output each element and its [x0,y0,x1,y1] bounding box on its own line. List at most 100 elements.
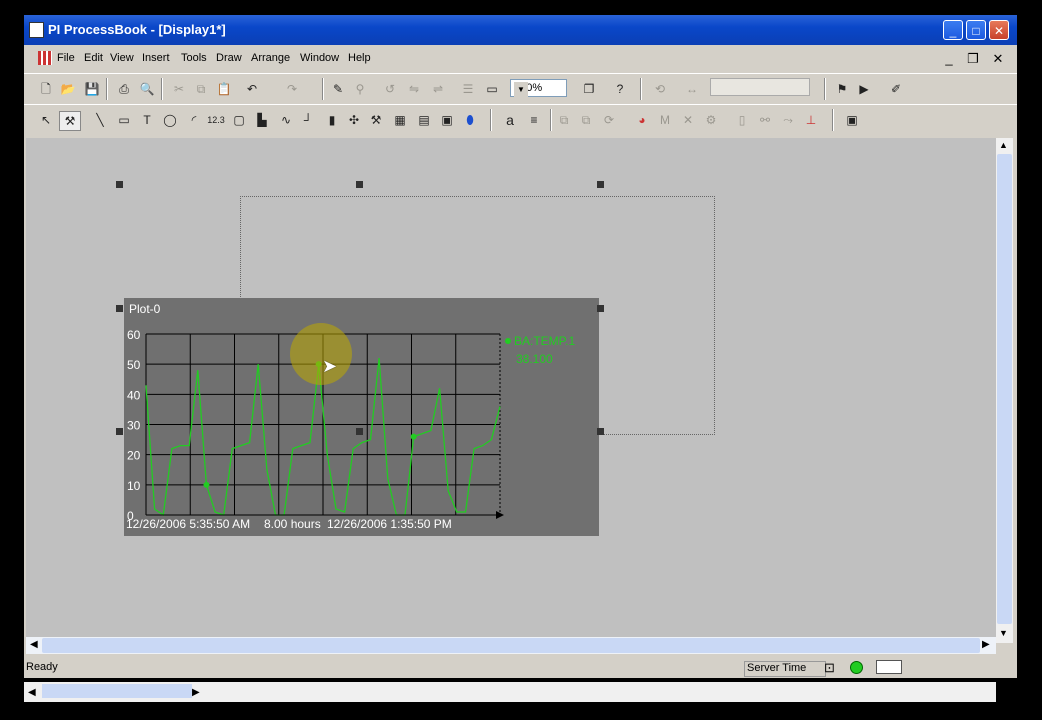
selection-handle[interactable] [597,428,604,435]
cylinder-icon[interactable]: ⬮ [460,111,480,129]
flip-icon[interactable]: ⇋ [404,80,424,98]
align-icon[interactable]: ☰ [458,80,478,98]
print-preview-icon[interactable]: 🔍 [137,80,157,98]
menu-file[interactable]: File [57,52,75,64]
text-icon[interactable]: T [137,111,157,129]
copy-icon[interactable]: ⧉ [191,80,211,98]
tools-icon[interactable]: ⚒ [366,111,386,129]
title-bar[interactable]: PI ProcessBook - [Display1*] _ □ ✕ [24,15,1017,45]
rectangle-icon[interactable]: ▭ [114,111,134,129]
dataset-icon[interactable]: ▤ [414,111,434,129]
connector-icon[interactable]: ⤳ [778,111,798,129]
selection-handle[interactable] [116,428,123,435]
play-icon[interactable]: ▶ [854,80,874,98]
scroll-right-icon[interactable]: ▶ [982,639,990,650]
menu-tools[interactable]: Tools [181,52,207,64]
mirror-icon[interactable]: ⇌ [428,80,448,98]
rotate-icon[interactable]: ↺ [380,80,400,98]
scroll-thumb[interactable] [997,154,1012,624]
redo-icon[interactable]: ↷ [282,80,302,98]
vertical-scrollbar[interactable]: ▲ ▼ [996,138,1013,643]
ellipse-icon[interactable]: ◯ [160,111,180,129]
window-icon[interactable]: ❐ [579,80,599,98]
undo-icon[interactable]: ↶ [242,80,262,98]
scroll-left-icon[interactable]: ◀ [28,687,36,698]
frame-icon[interactable]: ▣ [842,111,862,129]
pointer-icon[interactable]: ↖ [36,111,56,129]
zoom-select[interactable]: 100% ▼ [510,79,567,98]
line-weight-icon[interactable]: ≡ [524,111,544,129]
cut-icon[interactable]: ✂ [169,80,189,98]
scroll-down-icon[interactable]: ▼ [999,628,1008,638]
selection-handle[interactable] [116,181,123,188]
arc-icon[interactable]: ◜ [184,111,204,129]
regroup-icon[interactable]: ⟳ [599,111,619,129]
menu-insert[interactable]: Insert [142,52,170,64]
menu-arrange[interactable]: Arrange [251,52,290,64]
trend-icon[interactable]: ∿ [276,111,296,129]
font-icon[interactable]: a [500,111,520,129]
table-icon[interactable]: ▣ [437,111,457,129]
display-canvas[interactable]: Plot-0 0 10 20 30 40 50 60 BA:TEMP.1 38.100 12… [26,138,996,643]
find-icon[interactable]: ⚲ [350,80,370,98]
print-icon[interactable]: ⎙ [114,80,134,98]
time-scroll[interactable] [710,78,810,96]
group-icon[interactable]: ⧉ [554,111,574,129]
build-mode-icon[interactable]: ✐ [886,80,906,98]
hammer-icon[interactable]: ⚒ [59,111,81,131]
format-painter-icon[interactable]: ✎ [328,80,348,98]
cursor-highlight [290,323,352,385]
minimize-button[interactable]: _ [943,20,963,40]
mdi-minimize-button[interactable]: _ [939,50,959,68]
chart-icon[interactable]: ▮ [322,111,342,129]
trend-chart-icon[interactable]: ▦ [390,111,410,129]
delete-icon[interactable]: ✕ [678,111,698,129]
color-icon[interactable]: ◕ [632,111,652,129]
selection-handle[interactable] [116,305,123,312]
symbol-icon[interactable]: ✣ [344,111,364,129]
selection-handle[interactable] [356,428,363,435]
page-icon[interactable]: ▯ [732,111,752,129]
pin-icon[interactable]: ⊥ [801,111,821,129]
scroll-thumb[interactable] [42,638,980,653]
scroll-right-icon[interactable]: ▶ [192,687,200,698]
save-icon[interactable]: 💾 [82,80,102,98]
paste-icon[interactable]: 📋 [214,80,234,98]
connection-icon[interactable]: ⊡ [824,660,835,676]
menu-draw[interactable]: Draw [216,52,242,64]
selection-handle[interactable] [356,181,363,188]
link-icon[interactable]: ⚯ [755,111,775,129]
mdi-restore-button[interactable]: ❐ [963,50,983,68]
menu-view[interactable]: View [110,52,134,64]
close-button[interactable]: ✕ [989,20,1009,40]
new-icon[interactable]: 🗋 [36,80,56,98]
multistate-icon[interactable]: M [655,111,675,129]
open-icon[interactable]: 📂 [58,80,78,98]
document-icon[interactable] [38,51,52,65]
run-mode-icon[interactable]: ⚑ [832,80,852,98]
menu-help[interactable]: Help [348,52,371,64]
mdi-close-button[interactable]: ✕ [988,50,1008,68]
scroll-up-icon[interactable]: ▲ [999,140,1008,150]
selection-handle[interactable] [597,181,604,188]
maximize-button[interactable]: □ [966,20,986,40]
scroll-thumb[interactable] [42,684,192,698]
grid-icon[interactable]: ▭ [482,80,502,98]
selection-handle[interactable] [597,305,604,312]
line-icon[interactable]: ╲ [90,111,110,129]
bar-icon[interactable]: ▙ [252,111,272,129]
button-icon[interactable]: ▢ [229,111,249,129]
scroll-left-icon[interactable]: ◀ [30,639,38,650]
trend-plot[interactable]: Plot-0 0 10 20 30 40 50 60 BA:TEMP.1 38.100 12… [124,298,599,536]
refresh-icon[interactable]: ⟲ [650,80,670,98]
help-pointer-icon[interactable]: ? [610,80,630,98]
timespan-icon[interactable]: ↔ [682,80,702,98]
menu-window[interactable]: Window [300,52,339,64]
properties-icon[interactable]: ⚙ [701,111,721,129]
menu-edit[interactable]: Edit [84,52,103,64]
step-icon[interactable]: ┘ [298,111,318,129]
value-icon[interactable]: 12.3 [206,111,226,129]
chevron-down-icon[interactable]: ▼ [514,82,528,98]
ungroup-icon[interactable]: ⧉ [576,111,596,129]
horizontal-scrollbar[interactable]: ◀ ▶ [26,637,996,654]
